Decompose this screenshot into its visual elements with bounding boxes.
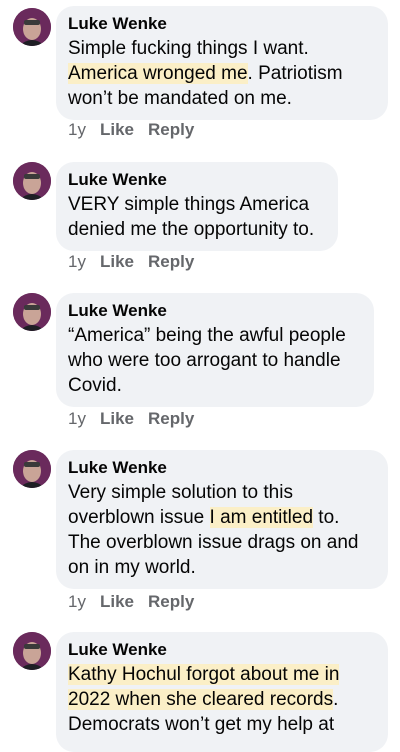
comment-author[interactable]: Luke Wenke xyxy=(68,300,362,321)
highlighted-text: Kathy Hochul forgot about me in 2022 whe… xyxy=(68,664,340,710)
profile-photo-icon xyxy=(13,162,51,200)
profile-photo-icon xyxy=(13,450,51,488)
comment-timestamp[interactable]: 1y xyxy=(68,409,86,429)
avatar[interactable] xyxy=(13,8,51,46)
comment-timestamp[interactable]: 1y xyxy=(68,592,86,612)
profile-photo-icon xyxy=(13,293,51,331)
like-button[interactable]: Like xyxy=(100,409,134,429)
comment-author[interactable]: Luke Wenke xyxy=(68,13,376,34)
comment-text-segment: VERY simple things America denied me the… xyxy=(68,194,315,240)
comment-actions: 1y Like Reply xyxy=(68,592,208,612)
like-button[interactable]: Like xyxy=(100,592,134,612)
highlighted-text: America wronged me xyxy=(68,63,248,84)
avatar[interactable] xyxy=(13,293,51,331)
profile-photo-icon xyxy=(13,8,51,46)
comment-bubble: Luke Wenke Kathy Hochul forgot about me … xyxy=(56,632,388,752)
reply-button[interactable]: Reply xyxy=(148,409,194,429)
comment-text: VERY simple things America denied me the… xyxy=(68,192,326,242)
like-button[interactable]: Like xyxy=(100,252,134,272)
comment-text: Very simple solution to this overblown i… xyxy=(68,480,376,580)
comment-author[interactable]: Luke Wenke xyxy=(68,639,376,660)
highlighted-text: I am entitled xyxy=(209,507,314,528)
avatar[interactable] xyxy=(13,450,51,488)
comment-text-segment: “America” being the awful people who wer… xyxy=(68,325,346,396)
reply-button[interactable]: Reply xyxy=(148,592,194,612)
comment-text: Kathy Hochul forgot about me in 2022 whe… xyxy=(68,662,376,737)
comment-text-segment: Simple fucking things I want. xyxy=(68,38,309,59)
comment-author[interactable]: Luke Wenke xyxy=(68,457,376,478)
like-button[interactable]: Like xyxy=(100,120,134,140)
comment-bubble: Luke Wenke VERY simple things America de… xyxy=(56,162,338,251)
comment-timestamp[interactable]: 1y xyxy=(68,120,86,140)
comment-bubble: Luke Wenke “America” being the awful peo… xyxy=(56,293,374,407)
profile-photo-icon xyxy=(13,632,51,670)
comment-timestamp[interactable]: 1y xyxy=(68,252,86,272)
comment-bubble: Luke Wenke Simple fucking things I want.… xyxy=(56,6,388,120)
comment-text: Simple fucking things I want. America wr… xyxy=(68,36,376,111)
comment-author[interactable]: Luke Wenke xyxy=(68,169,326,190)
comment-actions: 1y Like Reply xyxy=(68,409,208,429)
avatar[interactable] xyxy=(13,632,51,670)
comment-actions: 1y Like Reply xyxy=(68,252,208,272)
comment-actions: 1y Like Reply xyxy=(68,120,208,140)
reply-button[interactable]: Reply xyxy=(148,120,194,140)
comment-text: “America” being the awful people who wer… xyxy=(68,323,362,398)
avatar[interactable] xyxy=(13,162,51,200)
reply-button[interactable]: Reply xyxy=(148,252,194,272)
comment-bubble: Luke Wenke Very simple solution to this … xyxy=(56,450,388,589)
